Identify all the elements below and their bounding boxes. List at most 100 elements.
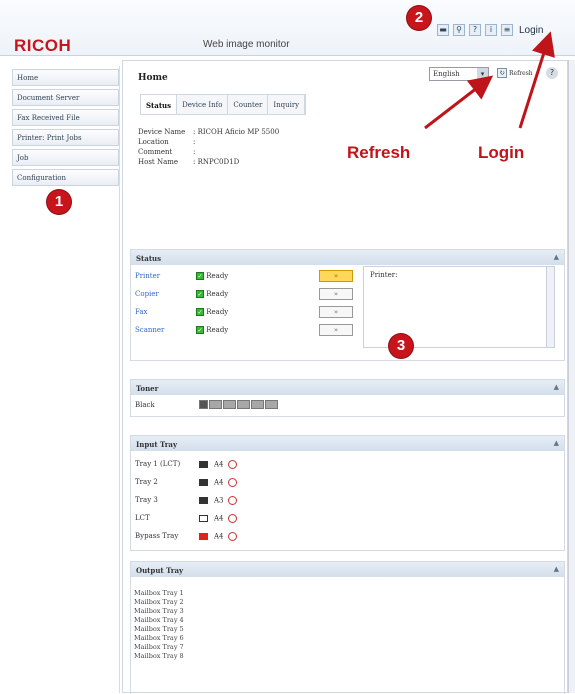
status-title: Status [136, 254, 162, 263]
tab-status[interactable]: Status [141, 95, 178, 114]
page-scrollbar[interactable] [568, 60, 575, 693]
collapse-icon[interactable]: ▲ [554, 439, 559, 447]
fax-link[interactable]: Fax [135, 308, 148, 316]
login-annotation: Login [478, 143, 525, 162]
status-section: Status ▲ Printer ✓ Ready » Copier ✓ Ready… [130, 249, 565, 361]
callout-1-icon: 1 [47, 190, 71, 214]
list-item: Mailbox Tray 1 [134, 589, 184, 597]
info-icon[interactable]: i [485, 24, 497, 36]
tab-counter[interactable]: Counter [228, 95, 269, 114]
toner-segment [251, 400, 264, 409]
scrollbar[interactable] [546, 267, 554, 347]
toner-icon [199, 400, 208, 409]
device-name-value: : RICOH Aficio MP 5500 [193, 128, 280, 136]
output-tray-header[interactable]: Output Tray ▲ [131, 562, 564, 577]
refresh-icon [227, 514, 237, 523]
fax-details-button[interactable]: » [319, 306, 353, 318]
top-header: RICOH Web image monitor ▬ ⚲ ? i ≡ Login [0, 0, 575, 56]
paper-level-icon [199, 497, 208, 504]
callout-2-icon: 2 [407, 6, 431, 30]
toner-title: Toner [136, 384, 159, 393]
collapse-icon[interactable]: ▲ [554, 565, 559, 573]
printer-state: Ready [206, 272, 229, 280]
status-header[interactable]: Status ▲ [131, 250, 564, 265]
device-info: Device Name : RICOH Aficio MP 5500 Locati… [138, 127, 279, 167]
tray-status: A4 [199, 532, 237, 541]
login-icon[interactable]: ≡ [501, 24, 513, 36]
scanner-state: Ready [206, 326, 229, 334]
input-tray-header[interactable]: Input Tray ▲ [131, 436, 564, 451]
collapse-icon[interactable]: ▲ [554, 253, 559, 261]
sidebar-item-configuration[interactable]: Configuration [12, 169, 119, 186]
sidebar: Home Document Server Fax Received File P… [12, 66, 120, 693]
tray-row: Tray 2 [135, 478, 158, 486]
toner-header[interactable]: Toner ▲ [131, 380, 564, 395]
output-tray-list: Mailbox Tray 1 Mailbox Tray 2 Mailbox Tr… [131, 577, 564, 661]
tray-status: A3 [199, 496, 237, 505]
toner-color-label: Black [135, 401, 155, 409]
tray-status: A4 [199, 478, 237, 487]
status-row: ✓ Ready [196, 326, 228, 334]
tray-name: LCT [135, 514, 150, 522]
toner-level-bar [199, 400, 278, 409]
list-item: Mailbox Tray 2 [134, 598, 184, 606]
ready-icon: ✓ [196, 326, 204, 334]
scanner-link[interactable]: Scanner [135, 326, 164, 334]
printer-details-button[interactable]: » [319, 270, 353, 282]
status-row: ✓ Ready [196, 308, 228, 316]
input-tray-section: Input Tray ▲ Tray 1 (LCT) A4 Tray 2 A4 Tr… [130, 435, 565, 551]
ready-icon: ✓ [196, 308, 204, 316]
device-name-label: Device Name [138, 128, 186, 136]
comment-label: Comment [138, 148, 173, 156]
printer-link[interactable]: Printer [135, 272, 160, 280]
refresh-icon [227, 496, 237, 505]
sidebar-item-job[interactable]: Job [12, 149, 119, 166]
refresh-icon: ↻ [497, 68, 507, 78]
list-item: Mailbox Tray 7 [134, 643, 184, 651]
sidebar-item-home[interactable]: Home [12, 69, 119, 86]
tray-size: A4 [214, 514, 224, 523]
sidebar-item-print-jobs[interactable]: Printer: Print Jobs [12, 129, 119, 146]
host-name-label: Host Name [138, 158, 179, 166]
tray-row: Tray 3 [135, 496, 158, 504]
copier-details-button[interactable]: » [319, 288, 353, 300]
chevron-down-icon[interactable]: ▾ [477, 68, 488, 80]
location-label: Location [138, 138, 169, 146]
refresh-label: Refresh [509, 69, 533, 77]
paper-level-icon [199, 461, 208, 468]
tray-name: Tray 1 (LCT) [135, 460, 181, 468]
sidebar-item-fax-received-file[interactable]: Fax Received File [12, 109, 119, 126]
tray-name: Bypass Tray [135, 532, 179, 540]
list-item: Mailbox Tray 3 [134, 607, 184, 615]
tab-inquiry[interactable]: Inquiry [268, 95, 306, 114]
comment-value: : [193, 148, 196, 156]
collapse-icon[interactable]: ▲ [554, 383, 559, 391]
status-row: Fax [135, 308, 148, 316]
tray-name: Tray 3 [135, 496, 158, 504]
tray-status: A4 [199, 460, 237, 469]
login-link[interactable]: Login [519, 25, 543, 36]
copier-link[interactable]: Copier [135, 290, 159, 298]
minimize-icon[interactable]: ▬ [437, 24, 449, 36]
help-icon[interactable]: ? [469, 24, 481, 36]
paper-level-icon [199, 479, 208, 486]
tray-size: A4 [214, 460, 224, 469]
ready-icon: ✓ [196, 272, 204, 280]
list-item: Mailbox Tray 8 [134, 652, 184, 660]
status-row: Copier [135, 290, 159, 298]
search-icon[interactable]: ⚲ [453, 24, 465, 36]
tab-device-info[interactable]: Device Info [177, 95, 229, 114]
status-row: Printer [135, 272, 160, 280]
sidebar-item-document-server[interactable]: Document Server [12, 89, 119, 106]
toner-segment [223, 400, 236, 409]
paper-level-icon [199, 515, 208, 522]
refresh-button[interactable]: ↻ Refresh [497, 68, 533, 78]
status-row: ✓ Ready [196, 272, 228, 280]
page-title: Home [138, 73, 168, 83]
scanner-details-button[interactable]: » [319, 324, 353, 336]
fax-state: Ready [206, 308, 229, 316]
help-icon[interactable]: ? [546, 67, 558, 79]
callout-3-icon: 3 [389, 334, 413, 358]
app-subtitle: Web image monitor [203, 39, 290, 50]
paper-empty-icon [199, 533, 208, 540]
